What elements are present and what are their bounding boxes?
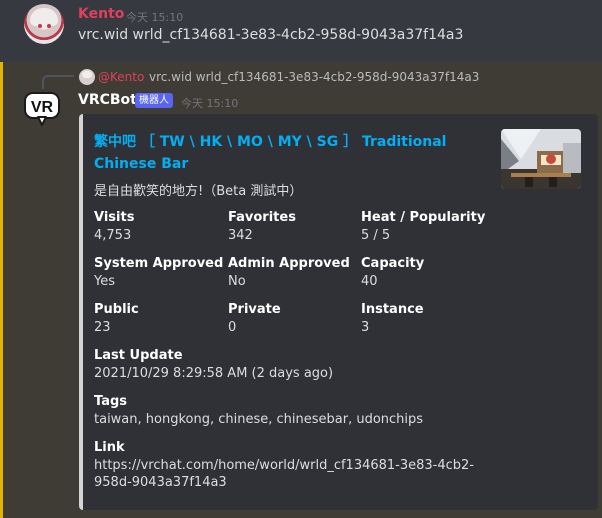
world-link[interactable]: https://vrchat.com/home/world/wrld_cf134…	[94, 458, 474, 490]
field-favorites: Favorites 342	[228, 210, 296, 243]
mention-highlight-bar	[0, 62, 3, 518]
field-name: System Approved	[94, 256, 224, 271]
field-name: Tags	[94, 394, 128, 409]
field-name: Public	[94, 302, 139, 317]
message-vrcbot: @Kento vrc.wid wrld_cf134681-3e83-4cb2-9…	[0, 62, 602, 518]
field-value: taiwan, hongkong, chinese, chinesebar, u…	[94, 412, 424, 427]
field-private: Private 0	[228, 302, 281, 335]
world-thumbnail[interactable]	[501, 129, 581, 189]
field-value: 5 / 5	[361, 228, 391, 243]
author-name[interactable]: Kento	[78, 6, 124, 22]
field-admin-approved: Admin Approved No	[228, 256, 350, 289]
field-link: Link https://vrchat.com/home/world/wrld_…	[94, 440, 474, 490]
field-name: Favorites	[228, 210, 296, 225]
bot-avatar[interactable]: VR	[24, 92, 60, 126]
field-value: 23	[94, 320, 111, 335]
world-embed: 繁中吧 ［ TW \ HK \ MO \ MY \ SG ］ Tradition…	[79, 114, 598, 510]
field-last-update: Last Update 2021/10/29 8:29:58 AM (2 day…	[94, 348, 333, 381]
user-avatar[interactable]	[24, 4, 64, 44]
field-value: Yes	[94, 274, 115, 289]
field-instance: Instance 3	[361, 302, 424, 335]
reply-connector	[42, 75, 74, 89]
field-heat: Heat / Popularity 5 / 5	[361, 210, 485, 243]
embed-title[interactable]: 繁中吧 ［ TW \ HK \ MO \ MY \ SG ］ Tradition…	[94, 131, 494, 175]
field-value: No	[228, 274, 246, 289]
field-name: Visits	[94, 210, 135, 225]
field-value: 342	[228, 228, 253, 243]
field-visits: Visits 4,753	[94, 210, 134, 243]
field-name: Capacity	[361, 256, 425, 271]
embed-description: 是自由歡笑的地方!（Beta 測試中）	[94, 184, 303, 199]
reply-avatar[interactable]	[79, 69, 95, 85]
bot-name[interactable]: VRCBot	[78, 92, 137, 108]
field-value: 4,753	[94, 228, 132, 243]
field-name: Heat / Popularity	[361, 210, 486, 225]
field-value: 40	[361, 274, 378, 289]
timestamp: 今天 15:10	[126, 11, 184, 24]
message-content: vrc.wid wrld_cf134681-3e83-4cb2-958d-904…	[78, 27, 464, 43]
field-name: Admin Approved	[228, 256, 350, 271]
field-name: Instance	[361, 302, 424, 317]
reply-author[interactable]: @Kento	[98, 70, 144, 84]
field-name: Link	[94, 440, 125, 455]
field-system-approved: System Approved Yes	[94, 256, 223, 289]
field-capacity: Capacity 40	[361, 256, 424, 289]
field-name: Last Update	[94, 348, 183, 363]
field-value: 2021/10/29 8:29:58 AM (2 days ago)	[94, 366, 334, 381]
world-link-line1[interactable]: https://vrchat.com/home/world/wrld_cf134…	[94, 458, 474, 473]
field-value: 0	[228, 320, 237, 335]
message-kento: Kento 今天 15:10 vrc.wid wrld_cf134681-3e8…	[0, 0, 602, 62]
svg-text:VR: VR	[31, 99, 54, 116]
bot-tag: 機器人	[135, 93, 173, 108]
field-value: 3	[361, 320, 370, 335]
field-tags: Tags taiwan, hongkong, chinese, chineseb…	[94, 394, 423, 427]
field-public: Public 23	[94, 302, 139, 335]
field-name: Private	[228, 302, 281, 317]
reply-preview[interactable]: vrc.wid wrld_cf134681-3e83-4cb2-958d-904…	[149, 70, 479, 84]
timestamp: 今天 15:10	[181, 97, 239, 110]
world-link-line2[interactable]: 958d-9043a37f14a3	[94, 475, 474, 490]
